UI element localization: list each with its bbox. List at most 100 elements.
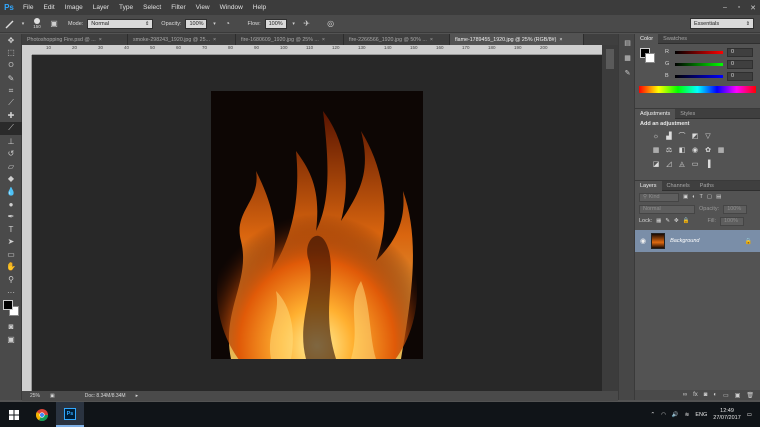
- vibrance-icon[interactable]: ▽: [703, 131, 713, 141]
- menu-window[interactable]: Window: [215, 4, 248, 11]
- photoshop-taskbar-icon[interactable]: Ps: [56, 402, 84, 427]
- blue-value-field[interactable]: 0: [727, 71, 753, 81]
- network-icon[interactable]: ◠: [661, 412, 666, 418]
- paint-bucket-tool-icon[interactable]: ◆: [0, 173, 22, 186]
- filter-shape-icon[interactable]: ▢: [707, 194, 712, 200]
- layer-opacity-field[interactable]: 100%: [723, 204, 748, 214]
- more-tools-icon[interactable]: ···: [0, 286, 22, 299]
- channel-mixer-icon[interactable]: ✿: [703, 145, 713, 155]
- filter-kind-select[interactable]: ⚲ Kind: [639, 192, 679, 202]
- red-slider[interactable]: [675, 50, 723, 54]
- lock-all-icon[interactable]: 🔒: [683, 218, 690, 224]
- tab-color[interactable]: Color: [635, 33, 659, 44]
- hand-tool-icon[interactable]: ✋: [0, 261, 22, 274]
- history-brush-tool-icon[interactable]: ↺: [0, 147, 22, 160]
- color-spectrum[interactable]: [639, 86, 756, 93]
- language-indicator[interactable]: ENG: [695, 412, 707, 418]
- brush-preset-picker[interactable]: 150: [30, 18, 44, 29]
- lasso-tool-icon[interactable]: ଠ: [0, 59, 22, 72]
- volume-icon[interactable]: 🔊: [672, 412, 679, 418]
- close-icon[interactable]: ×: [430, 37, 433, 43]
- filter-smart-object-icon[interactable]: ▤: [716, 194, 721, 200]
- pressure-size-icon[interactable]: ◎: [325, 18, 337, 30]
- menu-type[interactable]: Type: [114, 4, 138, 11]
- menu-select[interactable]: Select: [138, 4, 166, 11]
- tab-swatches[interactable]: Swatches: [658, 36, 692, 42]
- tab-smoke[interactable]: smoke-298243_1920.jpg @ 25... ×: [128, 34, 236, 45]
- add-mask-icon[interactable]: ◙: [704, 392, 708, 398]
- zoom-level[interactable]: 25%: [30, 393, 40, 399]
- chevron-right-icon[interactable]: ▸: [136, 393, 139, 399]
- quick-mask-icon[interactable]: ◙: [0, 320, 22, 333]
- vertical-scrollbar[interactable]: [602, 45, 618, 391]
- tab-paths[interactable]: Paths: [695, 183, 719, 189]
- horizontal-ruler[interactable]: 10 20 30 40 50 60 70 80 90 100 110 120 130 140 150 160 1…: [32, 45, 602, 55]
- airbrush-icon[interactable]: ✈: [301, 18, 313, 30]
- lock-pixels-icon[interactable]: ✎: [665, 218, 670, 224]
- tab-photoshopping-fire[interactable]: Photoshopping Fire.psd @ ... ×: [22, 34, 128, 45]
- blur-tool-icon[interactable]: 💧: [0, 185, 22, 198]
- menu-help[interactable]: Help: [248, 4, 271, 11]
- eraser-tool-icon[interactable]: ▱: [0, 160, 22, 173]
- close-icon[interactable]: ✕: [746, 0, 760, 15]
- windows-start-icon[interactable]: [0, 402, 28, 427]
- tab-adjustments[interactable]: Adjustments: [635, 108, 676, 119]
- menu-image[interactable]: Image: [60, 4, 88, 11]
- green-slider[interactable]: [675, 62, 723, 66]
- new-layer-icon[interactable]: ▣: [735, 392, 741, 399]
- zoom-tool-icon[interactable]: ⚲: [0, 273, 22, 286]
- blend-mode-select[interactable]: Normal: [639, 204, 695, 214]
- hue-saturation-icon[interactable]: ▦: [651, 145, 661, 155]
- properties-panel-icon[interactable]: ▦: [620, 52, 635, 64]
- minimize-icon[interactable]: –: [718, 0, 732, 15]
- scroll-thumb[interactable]: [606, 49, 614, 69]
- brightness-contrast-icon[interactable]: ☼: [651, 131, 661, 141]
- history-panel-icon[interactable]: ▤: [620, 37, 635, 49]
- dodge-tool-icon[interactable]: ●: [0, 198, 22, 211]
- menu-edit[interactable]: Edit: [38, 4, 59, 11]
- foreground-color-swatch[interactable]: [3, 300, 13, 311]
- background-color-swatch[interactable]: [645, 53, 655, 63]
- clock[interactable]: 12:49 27/07/2017: [713, 408, 741, 422]
- tab-fire-1680609[interactable]: fire-1680609_1920.jpg @ 25% ... ×: [236, 34, 344, 45]
- marquee-tool-icon[interactable]: ⬚: [0, 47, 22, 60]
- wifi-icon[interactable]: ≋: [685, 412, 690, 418]
- crop-tool-icon[interactable]: ⌗: [0, 84, 22, 97]
- vertical-ruler[interactable]: [22, 55, 32, 391]
- photo-filter-icon[interactable]: ◉: [690, 145, 700, 155]
- tab-fire-2266566[interactable]: fire-2266566_1920.jpg @ 50% ... ×: [344, 34, 450, 45]
- tab-styles[interactable]: Styles: [675, 111, 700, 117]
- posterize-icon[interactable]: ◿: [664, 159, 674, 169]
- maximize-icon[interactable]: ▫: [732, 0, 746, 15]
- trash-icon[interactable]: 🗑: [746, 392, 754, 399]
- layer-row-background[interactable]: ◉ Background 🔒: [635, 230, 760, 252]
- move-tool-icon[interactable]: ✥: [0, 34, 22, 47]
- path-select-tool-icon[interactable]: ➤: [0, 236, 22, 249]
- red-value-field[interactable]: 0: [727, 47, 753, 57]
- color-balance-icon[interactable]: ⚖: [664, 145, 674, 155]
- chevron-up-icon[interactable]: ⌃: [650, 412, 655, 418]
- healing-brush-tool-icon[interactable]: ✚: [0, 110, 22, 123]
- tab-channels[interactable]: Channels: [662, 183, 695, 189]
- color-lookup-icon[interactable]: ▦: [716, 145, 726, 155]
- opacity-field[interactable]: 100%: [185, 18, 208, 29]
- chrome-icon[interactable]: [28, 402, 56, 427]
- lock-transparent-icon[interactable]: ▦: [656, 218, 661, 224]
- brush-tool-icon[interactable]: ⟋: [0, 122, 22, 135]
- new-adjustment-layer-icon[interactable]: ◐: [713, 392, 717, 398]
- mode-select[interactable]: Normal ⇕: [87, 18, 154, 29]
- flow-field[interactable]: 100%: [264, 18, 287, 29]
- screen-mode-icon[interactable]: ▣: [0, 333, 22, 346]
- lock-position-icon[interactable]: ✥: [674, 218, 679, 224]
- tab-layers[interactable]: Layers: [635, 180, 662, 191]
- pen-tool-icon[interactable]: ✒: [0, 210, 22, 223]
- exposure-icon[interactable]: ◩: [690, 131, 700, 141]
- new-group-icon[interactable]: ▭: [723, 392, 729, 399]
- workspace-select[interactable]: Essentials ⇕: [690, 18, 754, 29]
- eye-icon[interactable]: ◉: [640, 237, 646, 245]
- curves-icon[interactable]: ⌒: [677, 131, 687, 141]
- type-tool-icon[interactable]: T: [0, 223, 22, 236]
- filter-type-icon[interactable]: T: [700, 194, 703, 200]
- link-layers-icon[interactable]: ∞: [683, 392, 687, 398]
- menu-layer[interactable]: Layer: [88, 4, 114, 11]
